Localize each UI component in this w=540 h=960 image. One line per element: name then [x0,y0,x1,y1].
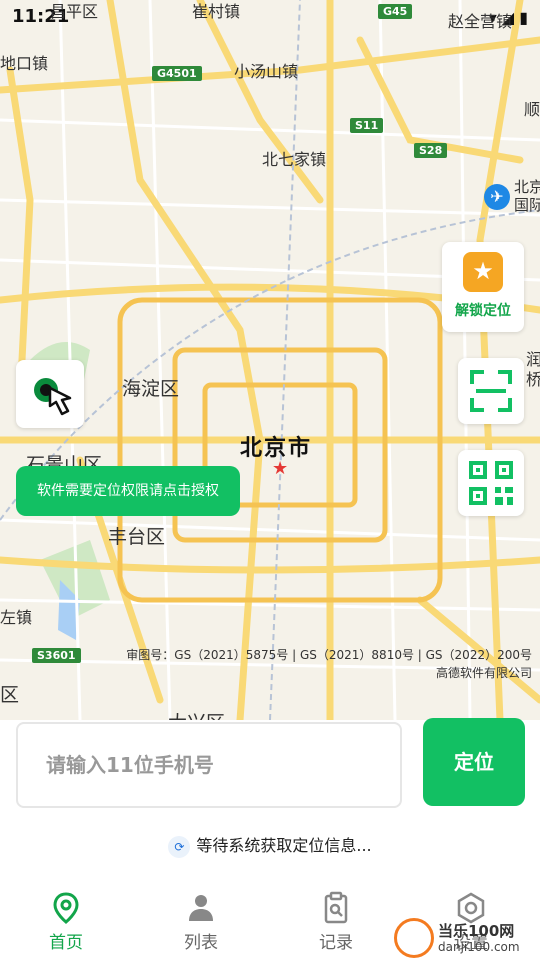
map-copyright: 审图号：GS（2021）5875号 | GS（2021）8810号 | GS（2… [126,646,532,682]
map-label-cuicun: 崔村镇 [192,2,241,21]
qr-code-button[interactable] [458,450,524,516]
qr-code-icon [469,461,513,505]
scan-button[interactable] [458,358,524,424]
map-label-xiaotangshan: 小汤山镇 [234,62,299,81]
location-pin-icon [53,892,79,924]
tab-records-label: 记录 [319,933,353,953]
tab-home-label: 首页 [49,933,83,953]
tab-list[interactable]: 列表 [141,880,261,960]
locate-me-button[interactable] [16,360,84,428]
copyright-line-1: 审图号：GS（2021）5875号 | GS（2021）8810号 | GS（2… [126,648,532,662]
tab-records[interactable]: 记录 [276,880,396,960]
locate-button[interactable]: 定位 [423,718,525,806]
road-tag-s3601: S3601 [32,648,81,663]
airport-icon: ✈ [484,184,510,210]
map-label-zhaoquanying: 赵全营镇 [448,12,513,31]
capital-star-icon: ★ [272,458,289,479]
star-badge-icon: ★ [463,252,503,292]
map-label-zuo: 左镇 [0,608,33,627]
road-tag-s11: S11 [350,118,384,133]
users-icon [189,895,213,921]
map-label-shankou: 地口镇 [0,54,49,73]
map-label-qu: 区 [0,684,20,706]
map-label-fengtai: 丰台区 [108,526,166,548]
loading-icon: ⟳ [168,835,191,858]
watermark-url: danji100.com [438,940,520,954]
scan-icon [470,370,512,412]
watermark-logo-icon [394,918,434,958]
waiting-text: 等待系统获取定位信息... [196,836,372,855]
watermark-title: 当乐100网 [438,922,515,940]
waiting-status: ⟳ 等待系统获取定位信息... [0,832,540,858]
location-permission-tip[interactable]: 软件需要定位权限请点击授权 [16,466,240,516]
tab-home[interactable]: 首页 [6,880,126,960]
map-label-airport: 北京 国际 [514,178,540,214]
unlock-location-label: 解锁定位 [455,303,511,319]
map-label-run: 润 桥 [526,350,540,389]
tab-list-label: 列表 [184,933,218,953]
map-label-beiqijia: 北七家镇 [262,150,327,169]
copyright-line-2: 高德软件有限公司 [435,666,532,680]
map-label-haidian: 海淀区 [122,378,180,400]
clipboard-icon [324,891,348,924]
road-tag-s28: S28 [414,143,448,158]
road-tag-g4501: G4501 [152,66,202,81]
map-label-shun: 顺 [524,100,540,119]
map-label-daxing: 大兴区 [168,708,225,720]
tap-location-icon [34,378,72,416]
phone-number-input[interactable] [16,722,402,808]
map-label-changping: 昌平区 [50,2,99,21]
site-watermark: 当乐100网 danji100.com [392,912,540,960]
road-tag-g45: G45 [378,4,413,19]
unlock-location-button[interactable]: ★ 解锁定位 [442,242,524,332]
